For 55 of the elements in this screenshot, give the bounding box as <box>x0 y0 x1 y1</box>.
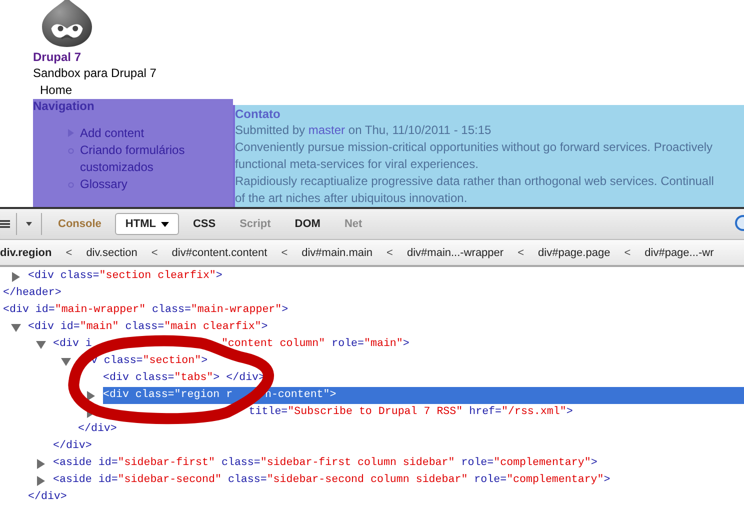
expanded-triangle-icon[interactable] <box>11 322 21 332</box>
site-name-link[interactable]: Drupal 7 <box>33 49 82 65</box>
closing-tag: </div> <box>78 423 117 436</box>
html-tag-line[interactable]: <div i <box>53 338 92 351</box>
dropdown-caret-icon[interactable] <box>26 222 32 226</box>
panel-tab[interactable]: DOM <box>284 213 330 235</box>
html-tag-line[interactable]: <div id="main" class="main clearfix"> <box>28 321 268 334</box>
closing-tag: </div> <box>28 491 67 504</box>
article-title: Contato <box>235 107 282 122</box>
collapsed-triangle-icon[interactable] <box>36 476 46 486</box>
body-text-line: functional meta-services for viral experiences. <box>235 156 480 173</box>
site-slogan: Sandbox para Drupal 7 <box>33 65 156 82</box>
html-tag-line[interactable]: n-content"> <box>264 389 336 402</box>
html-tag-line[interactable]: <div class="section clearfix"> <box>28 270 222 283</box>
html-tag-line[interactable]: <aside id="sidebar-first" class="sidebar-first column sidebar" role="complementary"> <box>53 457 598 470</box>
collapsed-triangle-icon[interactable] <box>36 458 46 468</box>
body-text-line: Conveniently pursue mission-critical opportunities without go forward services. Proactively <box>235 139 714 156</box>
breadcrumb-separator: < <box>518 246 524 258</box>
collapsed-triangle-icon[interactable] <box>86 390 96 400</box>
menu-link[interactable]: Home <box>40 82 72 99</box>
caret-icon <box>160 222 169 226</box>
expanded-triangle-icon[interactable] <box>61 356 71 366</box>
panel-tab[interactable]: CSS <box>182 213 226 235</box>
breadcrumb-item[interactable]: div#page.page <box>538 246 610 258</box>
breadcrumb-separator: < <box>281 246 288 258</box>
breadcrumb-item[interactable]: div#page...-wr <box>644 246 714 258</box>
expanded-triangle-icon[interactable] <box>36 340 46 350</box>
body-text-line: of the art niches after ubiquitous innovation. <box>235 190 468 207</box>
html-tag-line[interactable]: <div class="region r <box>103 389 233 402</box>
html-tag-line[interactable]: title="Subscribe to Drupal 7 RSS" href="/rss.xml"> <box>248 406 573 419</box>
closing-tag: </div> <box>53 440 92 453</box>
hollow-bullet-icon <box>68 148 74 154</box>
breadcrumb-item[interactable]: div.region <box>0 246 52 258</box>
html-tag-line[interactable]: <div class="tabs"> </div> <box>103 372 266 385</box>
submitted-line: Submitted by master on Thu, 11/10/2011 - 15:15 <box>235 122 492 139</box>
collapsed-triangle-icon[interactable] <box>11 272 21 282</box>
author-link[interactable]: master <box>308 123 346 137</box>
search-icon[interactable] <box>732 215 744 233</box>
html-tag-line[interactable]: <aside id="sidebar-second" class="sidebar-second column sidebar" role="complementary"> <box>53 474 610 487</box>
breadcrumb-separator: < <box>66 246 72 258</box>
breadcrumb-item[interactable]: div#content.content <box>172 246 268 258</box>
breadcrumb-separator: < <box>386 246 393 258</box>
breadcrumb-separator: < <box>151 246 158 258</box>
breadcrumb-item[interactable]: div.section <box>86 246 138 258</box>
breadcrumb-item[interactable]: div#main...-wrapper <box>406 246 504 258</box>
panel-tab[interactable]: HTML <box>115 213 179 235</box>
body-text-line: Rapidiously recaptiualize progressive data rather than orthogonal web services. Continuall <box>235 173 715 190</box>
breadcrumb-separator: < <box>624 246 631 258</box>
sidebar-title: Navigation <box>33 99 96 113</box>
html-tag-line[interactable]: "content column" role="main"> <box>221 338 410 351</box>
html-tag-line[interactable]: <div id="main-wrapper" class="main-wrapper"> <box>3 304 288 317</box>
menu-icon[interactable] <box>0 219 10 229</box>
closing-tag: </header> <box>3 287 62 300</box>
breadcrumb-item[interactable]: div#main.main <box>302 246 373 258</box>
hollow-bullet-icon <box>68 182 74 188</box>
